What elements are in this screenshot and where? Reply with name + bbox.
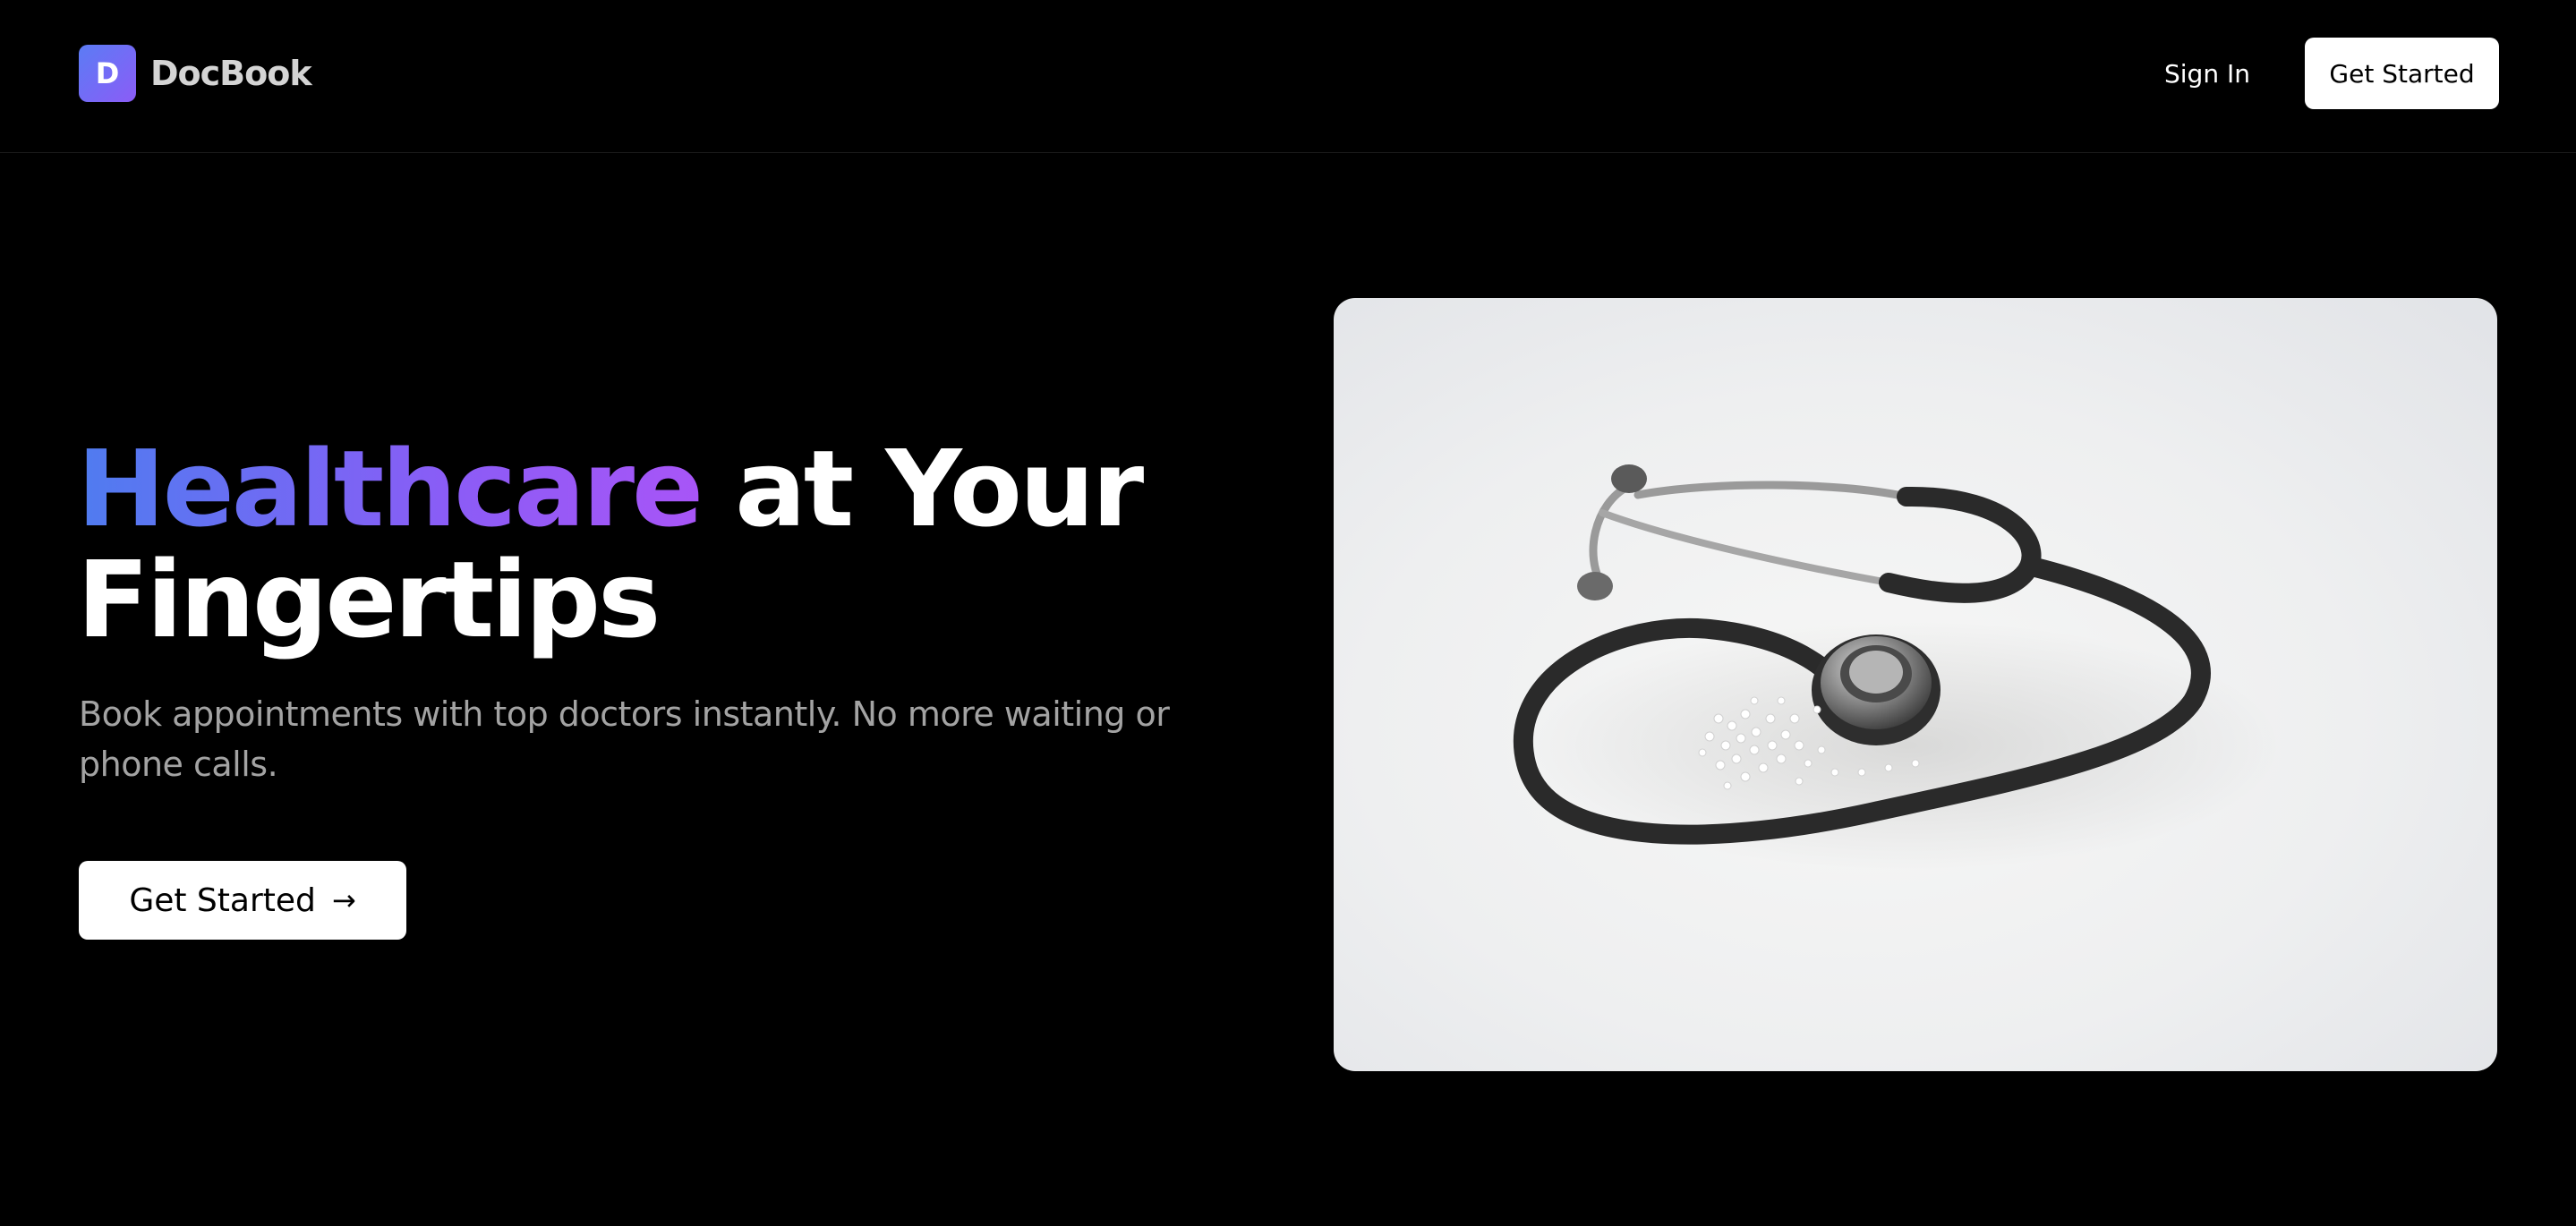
hero-get-started-button[interactable]: Get Started →	[79, 861, 406, 940]
sign-in-link[interactable]: Sign In	[2154, 47, 2261, 100]
hero-cta-label: Get Started	[129, 881, 316, 919]
brand-name: DocBook	[150, 54, 312, 93]
top-nav: D DocBook Sign In Get Started	[0, 0, 2576, 153]
brand-logo[interactable]: D DocBook	[79, 45, 312, 102]
stethoscope-photo	[1334, 298, 2497, 1071]
hero-title: Healthcare at Your Fingertips	[77, 433, 1241, 655]
nav-get-started-button[interactable]: Get Started	[2305, 38, 2499, 109]
arrow-right-icon: →	[331, 883, 356, 917]
stethoscope-illustration	[1514, 464, 2282, 871]
hero-subtitle: Book appointments with top doctors insta…	[79, 694, 1170, 784]
hero-title-highlight: Healthcare	[77, 427, 704, 550]
logo-badge: D	[79, 45, 136, 102]
landing-page: D DocBook Sign In Get Started Healthcare…	[0, 0, 2576, 1226]
